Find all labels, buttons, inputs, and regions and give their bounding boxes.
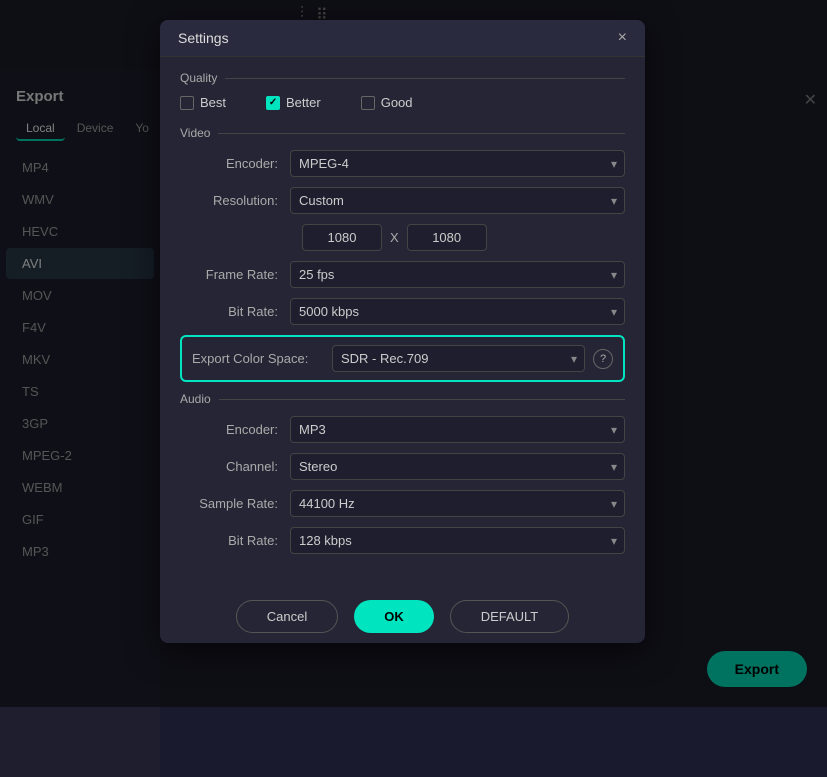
audio-bit-rate-label: Bit Rate:	[180, 533, 290, 548]
quality-good-label: Good	[381, 95, 413, 110]
frame-rate-row: Frame Rate: 25 fps 30 fps 60 fps 24 fps	[180, 261, 625, 288]
settings-dialog: Settings × Quality Best Better Good Vide…	[160, 20, 645, 643]
sample-rate-control: 44100 Hz 48000 Hz 22050 Hz	[290, 490, 625, 517]
audio-bit-rate-control: 128 kbps 256 kbps 320 kbps 64 kbps	[290, 527, 625, 554]
quality-good-checkbox[interactable]	[361, 96, 375, 110]
quality-better-checkbox[interactable]	[266, 96, 280, 110]
audio-bit-rate-select[interactable]: 128 kbps 256 kbps 320 kbps 64 kbps	[290, 527, 625, 554]
sample-rate-select-wrapper: 44100 Hz 48000 Hz 22050 Hz	[290, 490, 625, 517]
resolution-select-wrapper: Custom 1920x1080 1280x720 854x480	[290, 187, 625, 214]
color-space-select[interactable]: SDR - Rec.709 HDR - Rec.2020 SDR - Rec.6…	[332, 345, 585, 372]
dialog-footer: Cancel OK DEFAULT	[160, 584, 645, 643]
encoder-row: Encoder: MPEG-4 H.264 H.265	[180, 150, 625, 177]
channel-select[interactable]: Stereo Mono 5.1	[290, 453, 625, 480]
quality-best-label: Best	[200, 95, 226, 110]
video-bit-rate-control: 5000 kbps 8000 kbps 10000 kbps 2000 kbps	[290, 298, 625, 325]
resolution-label: Resolution:	[180, 193, 290, 208]
quality-best[interactable]: Best	[180, 95, 226, 110]
encoder-select-wrapper: MPEG-4 H.264 H.265	[290, 150, 625, 177]
quality-better[interactable]: Better	[266, 95, 321, 110]
frame-rate-label: Frame Rate:	[180, 267, 290, 282]
resolution-width-input[interactable]	[302, 224, 382, 251]
resolution-height-input[interactable]	[407, 224, 487, 251]
channel-label: Channel:	[180, 459, 290, 474]
dialog-body: Quality Best Better Good Video Encoder:	[160, 57, 645, 584]
resolution-select[interactable]: Custom 1920x1080 1280x720 854x480	[290, 187, 625, 214]
resolution-row: Resolution: Custom 1920x1080 1280x720 85…	[180, 187, 625, 214]
video-section-label: Video	[180, 126, 625, 140]
quality-row: Best Better Good	[180, 95, 625, 110]
channel-control: Stereo Mono 5.1	[290, 453, 625, 480]
channel-row: Channel: Stereo Mono 5.1	[180, 453, 625, 480]
audio-encoder-control: MP3 AAC WAV	[290, 416, 625, 443]
audio-encoder-select-wrapper: MP3 AAC WAV	[290, 416, 625, 443]
cancel-button[interactable]: Cancel	[236, 600, 338, 633]
color-space-select-wrapper: SDR - Rec.709 HDR - Rec.2020 SDR - Rec.6…	[332, 345, 585, 372]
dialog-header: Settings ×	[160, 20, 645, 57]
encoder-label: Encoder:	[180, 156, 290, 171]
frame-rate-control: 25 fps 30 fps 60 fps 24 fps	[290, 261, 625, 288]
frame-rate-select-wrapper: 25 fps 30 fps 60 fps 24 fps	[290, 261, 625, 288]
audio-encoder-row: Encoder: MP3 AAC WAV	[180, 416, 625, 443]
video-bit-rate-select[interactable]: 5000 kbps 8000 kbps 10000 kbps 2000 kbps	[290, 298, 625, 325]
default-button[interactable]: DEFAULT	[450, 600, 570, 633]
resolution-x-label: X	[390, 230, 399, 245]
quality-best-checkbox[interactable]	[180, 96, 194, 110]
audio-encoder-label: Encoder:	[180, 422, 290, 437]
dialog-close-button[interactable]: ×	[618, 30, 627, 46]
audio-bit-rate-select-wrapper: 128 kbps 256 kbps 320 kbps 64 kbps	[290, 527, 625, 554]
quality-section-label: Quality	[180, 71, 625, 85]
channel-select-wrapper: Stereo Mono 5.1	[290, 453, 625, 480]
sample-rate-row: Sample Rate: 44100 Hz 48000 Hz 22050 Hz	[180, 490, 625, 517]
audio-section: Audio Encoder: MP3 AAC WAV Channel:	[180, 392, 625, 554]
ok-button[interactable]: OK	[354, 600, 434, 633]
video-bit-rate-label: Bit Rate:	[180, 304, 290, 319]
color-space-row: Export Color Space: SDR - Rec.709 HDR - …	[180, 335, 625, 382]
audio-section-label: Audio	[180, 392, 625, 406]
resolution-inputs: X	[180, 224, 625, 251]
resolution-control: Custom 1920x1080 1280x720 854x480	[290, 187, 625, 214]
video-bit-rate-row: Bit Rate: 5000 kbps 8000 kbps 10000 kbps…	[180, 298, 625, 325]
color-space-help-icon[interactable]: ?	[593, 349, 613, 369]
encoder-select[interactable]: MPEG-4 H.264 H.265	[290, 150, 625, 177]
quality-better-label: Better	[286, 95, 321, 110]
sample-rate-select[interactable]: 44100 Hz 48000 Hz 22050 Hz	[290, 490, 625, 517]
color-space-label: Export Color Space:	[192, 351, 332, 366]
sample-rate-label: Sample Rate:	[180, 496, 290, 511]
encoder-control: MPEG-4 H.264 H.265	[290, 150, 625, 177]
audio-encoder-select[interactable]: MP3 AAC WAV	[290, 416, 625, 443]
frame-rate-select[interactable]: 25 fps 30 fps 60 fps 24 fps	[290, 261, 625, 288]
video-bit-rate-select-wrapper: 5000 kbps 8000 kbps 10000 kbps 2000 kbps	[290, 298, 625, 325]
quality-good[interactable]: Good	[361, 95, 413, 110]
audio-bit-rate-row: Bit Rate: 128 kbps 256 kbps 320 kbps 64 …	[180, 527, 625, 554]
dialog-title: Settings	[178, 30, 229, 46]
